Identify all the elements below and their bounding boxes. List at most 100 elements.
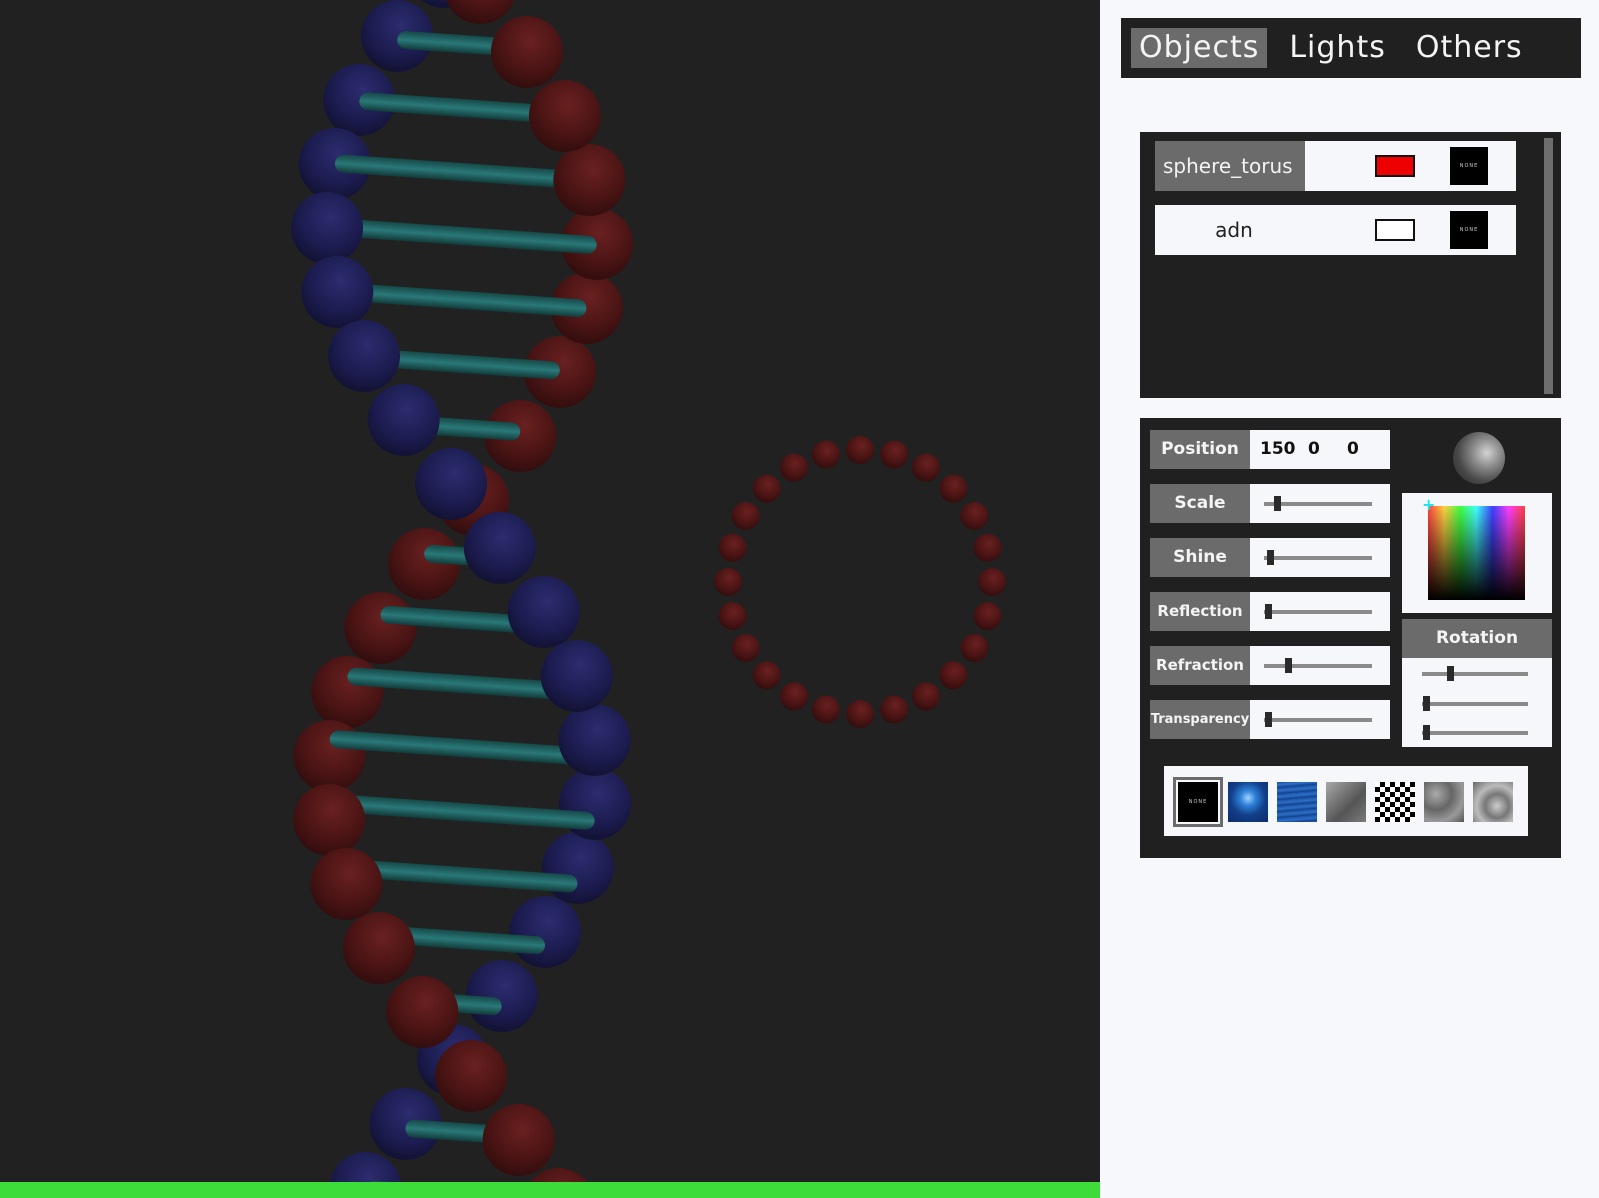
object-texture-thumb[interactable]: NONE xyxy=(1450,147,1488,185)
dna-rung xyxy=(334,154,590,190)
tab-lights[interactable]: Lights xyxy=(1281,28,1394,68)
dna-helix-object xyxy=(291,0,633,1198)
torus-sphere xyxy=(960,634,989,662)
sphere-torus-object xyxy=(714,436,1006,728)
dna-red-sphere xyxy=(482,1104,555,1176)
tab-objects[interactable]: Objects xyxy=(1131,28,1268,68)
tab-bar: Objects Lights Others xyxy=(1121,18,1581,78)
render-progress-bar xyxy=(0,1182,1100,1198)
torus-sphere xyxy=(811,695,840,724)
reflection-row: Reflection xyxy=(1150,592,1390,631)
texture-none[interactable]: NONE xyxy=(1173,777,1223,827)
texture-none-text: NONE xyxy=(1188,799,1208,805)
object-list-scrollbar[interactable] xyxy=(1544,138,1553,394)
torus-sphere xyxy=(973,533,1002,562)
transparency-slider-knob[interactable] xyxy=(1265,712,1273,727)
rotation-z-slider[interactable] xyxy=(1422,725,1528,740)
dna-red-sphere xyxy=(293,784,366,856)
dna-blue-sphere xyxy=(415,448,488,520)
torus-sphere xyxy=(978,568,1006,596)
scale-slider-knob[interactable] xyxy=(1273,496,1281,511)
dna-red-sphere xyxy=(310,848,383,920)
torus-sphere xyxy=(880,695,909,724)
properties-panel: Position 150 0 0 Scale Shine Reflection … xyxy=(1140,418,1561,858)
dna-red-sphere xyxy=(344,592,417,664)
dna-blue-sphere xyxy=(509,896,582,968)
rotation-panel: Rotation xyxy=(1402,619,1552,747)
dna-blue-sphere xyxy=(301,256,374,328)
render-viewport[interactable] xyxy=(0,0,1100,1198)
color-picker-gradient[interactable] xyxy=(1428,506,1525,600)
object-row-sphere-torus[interactable]: sphere_torus NONE xyxy=(1155,141,1516,191)
scene-canvas[interactable] xyxy=(0,0,1100,1198)
rotation-y-slider[interactable] xyxy=(1422,696,1528,711)
reflection-label: Reflection xyxy=(1150,592,1250,631)
scale-slider[interactable] xyxy=(1264,496,1372,511)
rotation-y-knob[interactable] xyxy=(1423,696,1431,711)
position-fields: 150 0 0 xyxy=(1250,430,1390,469)
torus-sphere xyxy=(811,440,840,469)
dna-red-sphere xyxy=(311,656,384,728)
object-row-adn[interactable]: adn NONE xyxy=(1155,205,1516,255)
texture-none-label: NONE xyxy=(1459,227,1479,233)
rotation-x-slider[interactable] xyxy=(1422,666,1528,681)
texture-stone[interactable] xyxy=(1326,782,1366,822)
scale-row: Scale xyxy=(1150,484,1390,523)
color-picker[interactable]: + xyxy=(1402,493,1552,613)
reflection-slider-knob[interactable] xyxy=(1265,604,1273,619)
shine-control xyxy=(1250,538,1390,577)
torus-sphere xyxy=(731,634,760,662)
texture-none-label: NONE xyxy=(1459,163,1479,169)
refraction-row: Refraction xyxy=(1150,646,1390,685)
position-x-input[interactable]: 150 xyxy=(1260,430,1296,469)
object-color-swatch[interactable] xyxy=(1375,155,1415,177)
refraction-slider-knob[interactable] xyxy=(1284,658,1292,673)
dna-red-sphere xyxy=(435,1040,508,1112)
rotation-x-knob[interactable] xyxy=(1446,666,1454,681)
shine-slider[interactable] xyxy=(1264,550,1372,565)
torus-sphere xyxy=(752,474,781,503)
dna-red-sphere xyxy=(446,0,515,24)
color-picker-crosshair-icon[interactable]: + xyxy=(1422,495,1435,514)
dna-red-sphere xyxy=(553,144,626,216)
position-row: Position 150 0 0 xyxy=(1150,430,1390,469)
texture-water[interactable] xyxy=(1277,782,1317,822)
object-texture-thumb[interactable]: NONE xyxy=(1450,211,1488,249)
reflection-control xyxy=(1250,592,1390,631)
dna-blue-sphere xyxy=(540,640,613,712)
render-progress-fill xyxy=(0,1182,1100,1198)
tab-others[interactable]: Others xyxy=(1408,28,1531,68)
dna-red-sphere xyxy=(342,912,415,984)
torus-sphere xyxy=(912,453,940,482)
object-color-swatch[interactable] xyxy=(1375,219,1415,241)
reflection-slider[interactable] xyxy=(1264,604,1372,619)
texture-checker[interactable] xyxy=(1375,782,1415,822)
shine-row: Shine xyxy=(1150,538,1390,577)
rotation-z-knob[interactable] xyxy=(1423,725,1431,740)
torus-sphere xyxy=(939,661,968,690)
dna-blue-sphere xyxy=(291,192,364,264)
side-panel: Objects Lights Others sphere_torus NONE … xyxy=(1100,0,1599,1198)
dna-blue-sphere xyxy=(463,512,536,584)
rotation-label: Rotation xyxy=(1402,619,1552,658)
position-y-input[interactable]: 0 xyxy=(1308,430,1320,469)
refraction-label: Refraction xyxy=(1150,646,1250,685)
torus-sphere xyxy=(780,682,808,711)
dna-blue-sphere xyxy=(507,576,580,648)
refraction-slider[interactable] xyxy=(1264,658,1372,673)
position-label: Position xyxy=(1150,430,1250,469)
transparency-control xyxy=(1250,700,1390,739)
torus-sphere xyxy=(846,700,874,728)
scale-label: Scale xyxy=(1150,484,1250,523)
position-z-input[interactable]: 0 xyxy=(1347,430,1359,469)
texture-ripple[interactable] xyxy=(1228,782,1268,822)
transparency-slider[interactable] xyxy=(1264,712,1372,727)
dna-red-sphere xyxy=(386,976,459,1048)
dna-rung xyxy=(337,282,587,318)
torus-sphere xyxy=(960,502,989,530)
texture-noise-light[interactable] xyxy=(1473,782,1513,822)
torus-sphere xyxy=(846,436,874,464)
shine-slider-knob[interactable] xyxy=(1267,550,1275,565)
shine-label: Shine xyxy=(1150,538,1250,577)
texture-noise-dark[interactable] xyxy=(1424,782,1464,822)
